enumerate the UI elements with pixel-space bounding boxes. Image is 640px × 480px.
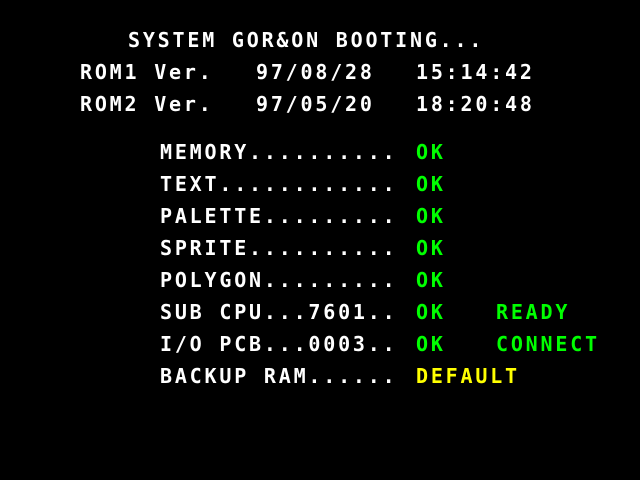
check-backupram-status: DEFAULT: [416, 364, 520, 388]
rom2-time: 18:20:48: [416, 92, 535, 116]
check-polygon-status: OK: [416, 268, 446, 292]
boot-title: SYSTEM GOR&ON BOOTING...: [128, 28, 485, 52]
check-text-label: TEXT............: [160, 172, 398, 196]
rom1-label: ROM1 Ver.: [80, 60, 214, 84]
check-subcpu-status: OK: [416, 300, 446, 324]
check-iopcb-extra: CONNECT: [496, 332, 600, 356]
check-subcpu-extra: READY: [496, 300, 571, 324]
rom2-date: 97/05/20: [256, 92, 375, 116]
check-sprite-label: SPRITE..........: [160, 236, 398, 260]
check-iopcb-label: I/O PCB...0003..: [160, 332, 398, 356]
check-subcpu-label: SUB CPU...7601..: [160, 300, 398, 324]
check-polygon-label: POLYGON.........: [160, 268, 398, 292]
check-sprite-status: OK: [416, 236, 446, 260]
boot-screen: { "colors": { "background": "#000000", "…: [0, 0, 640, 480]
rom1-time: 15:14:42: [416, 60, 535, 84]
check-text-status: OK: [416, 172, 446, 196]
rom1-date: 97/08/28: [256, 60, 375, 84]
check-memory-label: MEMORY..........: [160, 140, 398, 164]
check-palette-status: OK: [416, 204, 446, 228]
check-backupram-label: BACKUP RAM......: [160, 364, 398, 388]
check-palette-label: PALETTE.........: [160, 204, 398, 228]
rom2-label: ROM2 Ver.: [80, 92, 214, 116]
check-iopcb-status: OK: [416, 332, 446, 356]
check-memory-status: OK: [416, 140, 446, 164]
